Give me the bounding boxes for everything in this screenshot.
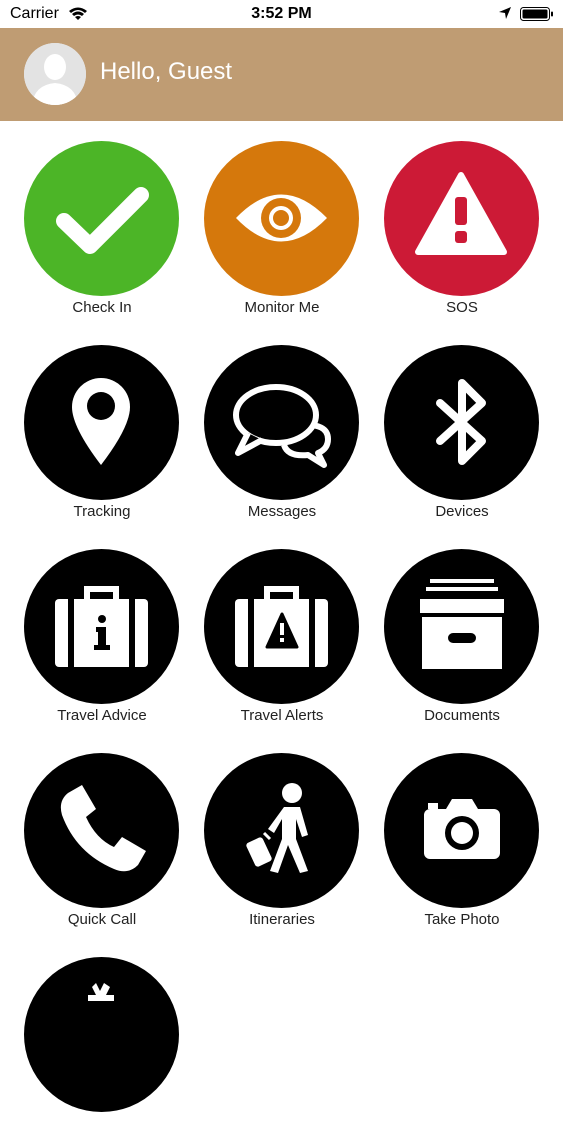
tile-sos[interactable]: SOS [372, 141, 552, 331]
travel-advice-button[interactable] [24, 549, 179, 704]
traveler-icon [246, 783, 308, 873]
tile-label: Messages [247, 503, 317, 520]
clock: 3:52 PM [251, 5, 312, 22]
sos-button[interactable] [384, 141, 539, 296]
tile-messages[interactable]: Messages [192, 345, 372, 535]
tile-label: Travel Alerts [240, 707, 324, 724]
tile-monitor-me[interactable]: Monitor Me [192, 141, 372, 331]
tile-quick-call[interactable]: Quick Call [12, 753, 192, 943]
tile-label: Tracking [73, 503, 131, 520]
tile-check-in[interactable]: Check In [12, 141, 192, 331]
itineraries-button[interactable] [204, 753, 359, 908]
tile-label: Quick Call [67, 911, 137, 928]
phone-icon [60, 785, 146, 872]
avatar[interactable] [24, 43, 86, 105]
file-box-icon [420, 579, 504, 669]
check-in-button[interactable] [24, 141, 179, 296]
tile-label: Travel Advice [57, 707, 147, 724]
profile-header: Hello, Guest [0, 28, 563, 121]
quick-call-button[interactable] [24, 753, 179, 908]
tile-label: SOS [446, 299, 478, 316]
suitcase-info-icon [55, 586, 148, 667]
tile-travel-advice[interactable]: Travel Advice [12, 549, 192, 739]
partial-tile-button[interactable] [24, 957, 179, 1112]
checkmark-icon [56, 187, 149, 254]
location-arrow-icon [498, 6, 512, 25]
tile-label: Devices [435, 503, 489, 520]
tile-label: Monitor Me [244, 299, 320, 316]
tile-devices[interactable]: Devices [372, 345, 552, 535]
suitcase-alert-icon [235, 586, 328, 667]
travel-alerts-button[interactable] [204, 549, 359, 704]
battery-icon [520, 6, 554, 27]
tracking-button[interactable] [24, 345, 179, 500]
tile-travel-alerts[interactable]: Travel Alerts [192, 549, 372, 739]
tile-label: Take Photo [424, 911, 500, 928]
chat-bubbles-icon [233, 384, 331, 468]
tile-itineraries[interactable]: Itineraries [192, 753, 372, 943]
documents-button[interactable] [384, 549, 539, 704]
tile-label: Check In [72, 299, 132, 316]
devices-button[interactable] [384, 345, 539, 500]
eye-icon [236, 194, 327, 242]
bluetooth-icon [436, 379, 486, 465]
greeting-text: Hello, Guest [100, 58, 233, 85]
messages-button[interactable] [204, 345, 359, 500]
monitor-me-button[interactable] [204, 141, 359, 296]
tile-tracking[interactable]: Tracking [12, 345, 192, 535]
location-pin-icon [72, 378, 130, 465]
camera-icon [424, 799, 500, 859]
partially-visible-icon [88, 983, 114, 1001]
tile-take-photo[interactable]: Take Photo [372, 753, 552, 943]
tile-partial[interactable] [12, 957, 192, 1147]
tile-label: Documents [424, 707, 500, 724]
status-bar: Carrier 3:52 PM [0, 0, 563, 28]
tile-label: Itineraries [249, 911, 315, 928]
take-photo-button[interactable] [384, 753, 539, 908]
tile-documents[interactable]: Documents [372, 549, 552, 739]
warning-icon [415, 172, 507, 255]
